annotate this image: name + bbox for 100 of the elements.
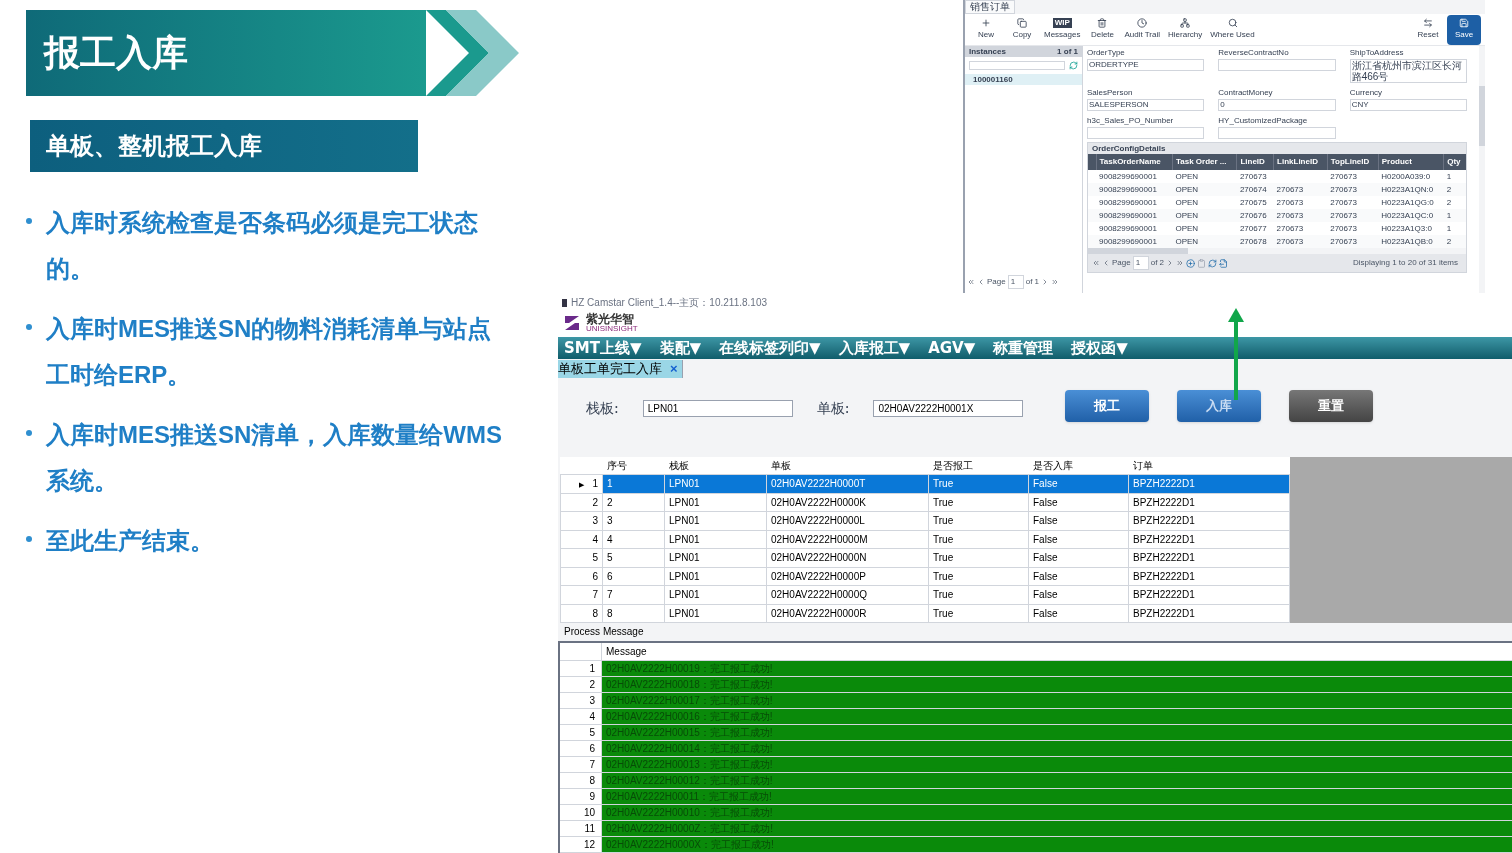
menu-item[interactable]: 称重管理 bbox=[993, 336, 1054, 360]
menu-item[interactable]: 授权函▼ bbox=[1071, 336, 1128, 360]
column-header[interactable]: Message bbox=[602, 644, 647, 659]
table-row[interactable]: 5 5 LPN01 02H0AV2222H0000N True False BPZH2222D1 bbox=[560, 548, 1290, 567]
search-field[interactable] bbox=[969, 61, 1065, 70]
table-cell: 270673 bbox=[1236, 170, 1274, 183]
column-header[interactable]: 是否报工 bbox=[928, 456, 1029, 475]
field-label: SalesPerson bbox=[1087, 87, 1134, 99]
table-cell: 02H0AV2222H0000L bbox=[766, 511, 929, 530]
page-label: Page bbox=[1112, 257, 1131, 269]
new-button[interactable]: New bbox=[969, 14, 1003, 45]
table-cell: 9008299690001 bbox=[1096, 170, 1173, 183]
table-cell: H0223A1QC:0 bbox=[1378, 209, 1444, 222]
table-cell: 9008299690001 bbox=[1096, 235, 1173, 248]
table-row[interactable]: 3 3 LPN01 02H0AV2222H0000L True False BPZH2222D1 bbox=[560, 511, 1290, 530]
table-row[interactable]: 8 8 LPN01 02H0AV2222H0000R True False BPZH2222D1 bbox=[560, 604, 1290, 623]
page-select[interactable]: 1 bbox=[1132, 256, 1149, 270]
table-cell: 270673 bbox=[1273, 183, 1328, 196]
table-cell: 9008299690001 bbox=[1096, 222, 1173, 235]
table-row[interactable]: 7 7 LPN01 02H0AV2222H0000Q True False BPZH2222D1 bbox=[560, 585, 1290, 604]
window-title: HZ Camstar Client_1.4--主页：10.211.8.103 bbox=[571, 296, 767, 310]
table-cell: LPN01 bbox=[664, 511, 767, 530]
tab[interactable]: 销售订单 bbox=[965, 0, 1015, 14]
table-cell: 9008299690001 bbox=[1096, 196, 1173, 209]
menu-item[interactable]: 在线标签列印▼ bbox=[719, 336, 821, 360]
column-header[interactable]: 是否入库 bbox=[1028, 456, 1129, 475]
hierarchy-icon bbox=[1180, 18, 1191, 28]
table-cell: BPZH2222D1 bbox=[1128, 511, 1290, 530]
last-page-icon[interactable] bbox=[1176, 259, 1185, 267]
table-cell: H0223A1QG:0 bbox=[1378, 196, 1444, 209]
input-field[interactable] bbox=[1218, 59, 1336, 71]
wip-icon: WIP bbox=[1052, 18, 1072, 28]
table-cell: True bbox=[928, 530, 1029, 549]
bullet-text: 至此生产结束。 bbox=[46, 526, 214, 556]
close-tab-icon[interactable]: × bbox=[670, 359, 678, 379]
bullet-text: 入库时系统检查是否条码必须是完工状态的。 bbox=[46, 208, 479, 284]
table-cell: False bbox=[1028, 474, 1129, 493]
wip-button[interactable]: WIP Messages bbox=[1041, 14, 1084, 45]
table-cell: BPZH2222D1 bbox=[1128, 474, 1290, 493]
add-icon[interactable] bbox=[1186, 258, 1196, 268]
table-cell: 270674 bbox=[1236, 183, 1274, 196]
table-cell: H0200A039:0 bbox=[1378, 170, 1444, 183]
refresh-icon[interactable] bbox=[1069, 61, 1078, 70]
menu-item[interactable]: AGV▼ bbox=[928, 336, 976, 360]
action-button[interactable]: 报工 bbox=[1065, 390, 1150, 423]
input-field[interactable]: 02H0AV2222H0001X bbox=[873, 400, 1024, 418]
table-row[interactable]: 2 2 LPN01 02H0AV2222H0000K True False BPZH2222D1 bbox=[560, 493, 1290, 512]
tab[interactable]: 单板工单完工入库 × bbox=[558, 360, 683, 379]
field-label: 单板: bbox=[816, 399, 850, 419]
menu-item[interactable]: 装配▼ bbox=[659, 336, 702, 360]
instances-count: 1 of 1 bbox=[1057, 45, 1078, 58]
input-field[interactable]: 0 bbox=[1218, 99, 1336, 111]
reset-button[interactable]: Reset bbox=[1411, 14, 1445, 45]
input-field[interactable]: ORDERTYPE bbox=[1087, 59, 1205, 71]
input-field[interactable]: 浙江省杭州市滨江区长河路466号 bbox=[1349, 59, 1467, 83]
previous-page-icon[interactable] bbox=[977, 278, 985, 286]
copy-button[interactable]: Copy bbox=[1005, 14, 1039, 45]
table-cell: True bbox=[928, 604, 1029, 623]
save-button[interactable]: Save bbox=[1447, 14, 1481, 45]
input-field[interactable] bbox=[1218, 127, 1336, 139]
table-cell: 02H0AV2222H0000K bbox=[766, 493, 929, 512]
column-header[interactable]: 订单 bbox=[1128, 456, 1290, 475]
instance-item[interactable]: 100001160 bbox=[965, 74, 1082, 85]
previous-page-icon[interactable] bbox=[1102, 259, 1110, 267]
table-cell: 270673 bbox=[1273, 222, 1328, 235]
input-field[interactable]: LPN01 bbox=[642, 400, 793, 418]
slide-subtitle: 单板、整机报工入库 bbox=[46, 131, 262, 161]
menu-item[interactable]: SMT上线▼ bbox=[564, 336, 642, 360]
reset-button[interactable]: 重置 bbox=[1289, 390, 1374, 423]
input-field[interactable]: CNY bbox=[1349, 99, 1467, 111]
last-page-icon[interactable] bbox=[1051, 278, 1060, 286]
table-cell: True bbox=[928, 567, 1029, 586]
menu-item[interactable]: 入库报工▼ bbox=[838, 336, 911, 360]
slide-title: 报工入库 bbox=[44, 31, 188, 75]
delete-button[interactable]: Delete bbox=[1085, 14, 1120, 45]
audit-button[interactable]: Audit Trail bbox=[1121, 14, 1164, 45]
table-cell: 270673 bbox=[1327, 196, 1379, 209]
search-icon bbox=[1227, 18, 1238, 28]
column-header[interactable]: 栈板 bbox=[664, 456, 767, 475]
where-button[interactable]: Where Used bbox=[1207, 14, 1258, 45]
table-row[interactable]: 6 6 LPN01 02H0AV2222H0000P True False BPZH2222D1 bbox=[560, 567, 1290, 586]
first-page-icon[interactable] bbox=[1092, 259, 1100, 267]
first-page-icon[interactable] bbox=[967, 278, 975, 286]
hierarchy-button[interactable]: Hierarchy bbox=[1165, 14, 1206, 45]
page-select[interactable]: 1 bbox=[1007, 275, 1024, 289]
input-field[interactable] bbox=[1087, 127, 1205, 139]
input-field[interactable]: SALESPERSON bbox=[1087, 99, 1205, 111]
refresh-icon[interactable] bbox=[1208, 258, 1218, 268]
field-label: ReverseContractNo bbox=[1218, 47, 1290, 59]
table-cell: BPZH2222D1 bbox=[1128, 548, 1290, 567]
table-row[interactable]: 4 4 LPN01 02H0AV2222H0000M True False BPZH2222D1 bbox=[560, 530, 1290, 549]
table-cell: 4 bbox=[602, 530, 665, 549]
clipboard-icon[interactable] bbox=[1197, 258, 1207, 268]
table-cell: BPZH2222D1 bbox=[1128, 530, 1290, 549]
field-label: ShipToAddress bbox=[1349, 47, 1405, 59]
table-cell: 02H0AV2222H0000R bbox=[766, 604, 929, 623]
table-cell: LPN01 bbox=[664, 530, 767, 549]
export-icon[interactable] bbox=[1219, 258, 1229, 268]
column-header[interactable]: 序号 bbox=[602, 456, 665, 475]
column-header[interactable]: 单板 bbox=[766, 456, 929, 475]
